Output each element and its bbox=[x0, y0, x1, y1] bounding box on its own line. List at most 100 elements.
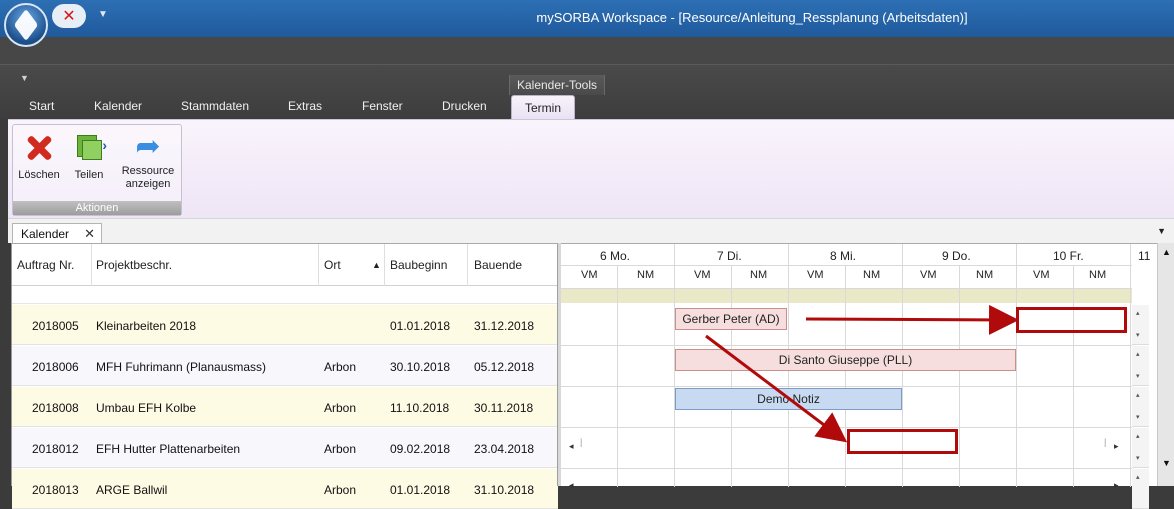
cell-ort: Arbon bbox=[324, 401, 357, 415]
tab-fenster[interactable]: Fenster bbox=[362, 99, 403, 113]
column-header-bauende[interactable]: Bauende bbox=[474, 258, 522, 272]
column-header-ort[interactable]: Ort bbox=[324, 258, 341, 272]
cell-auftrag: 2018013 bbox=[32, 483, 79, 497]
cell-projekt: EFH Hutter Plattenarbeiten bbox=[96, 442, 241, 456]
row-scroll[interactable]: ▴ ▾ bbox=[1132, 346, 1149, 386]
scroll-up-icon[interactable]: ▲ bbox=[1162, 247, 1171, 257]
day-header: 9 Do. bbox=[942, 249, 971, 263]
arrow-right-icon: ➦ bbox=[135, 130, 161, 163]
sort-ascending-icon: ▲ bbox=[372, 260, 381, 270]
cell-baubeginn: 09.02.2018 bbox=[390, 442, 451, 456]
cell-bauende: 23.04.2018 bbox=[474, 442, 535, 456]
cell-projekt: MFH Fuhrimann (Planausmass) bbox=[96, 360, 267, 374]
table-row[interactable]: 2018013 ARGE Ballwil Arbon 01.01.2018 31… bbox=[12, 469, 558, 509]
cell-bauende: 05.12.2018 bbox=[474, 360, 535, 374]
split-icon: › bbox=[75, 133, 107, 161]
half-day-header: NM bbox=[976, 269, 994, 281]
cell-ort: Arbon bbox=[324, 360, 357, 374]
row-scroll[interactable]: ▴ bbox=[1132, 469, 1149, 509]
scroll-down-icon[interactable]: ▼ bbox=[1162, 458, 1171, 468]
tab-kalender[interactable]: Kalender bbox=[94, 99, 142, 113]
column-header-auftrag[interactable]: Auftrag Nr. bbox=[17, 258, 74, 272]
cell-auftrag: 2018005 bbox=[32, 319, 79, 333]
allday-band bbox=[561, 289, 1132, 303]
cell-auftrag: 2018012 bbox=[32, 442, 79, 456]
annotation-target-box bbox=[1016, 307, 1127, 333]
close-icon[interactable]: ✕ bbox=[84, 226, 95, 242]
quick-access-dropdown-icon[interactable]: ▼ bbox=[98, 9, 108, 20]
doc-tab-kalender[interactable]: Kalender ✕ bbox=[12, 223, 102, 244]
scroll-left-icon[interactable]: ◂ bbox=[569, 441, 574, 452]
window-title: mySORBA Workspace - [Resource/Anleitung_… bbox=[536, 10, 968, 25]
half-day-header: VM bbox=[807, 269, 824, 281]
show-resource-label-2: anzeigen bbox=[125, 178, 171, 190]
table-row[interactable]: 2018012 EFH Hutter Plattenarbeiten Arbon… bbox=[12, 428, 558, 468]
row-scroll[interactable]: ▴ ▾ bbox=[1132, 305, 1149, 345]
project-grid: Auftrag Nr. Projektbeschr. Ort ▲ Baubegi… bbox=[11, 243, 558, 509]
split-button[interactable]: › Teilen bbox=[69, 133, 109, 182]
row-scroll[interactable]: ▴ ▾ bbox=[1132, 387, 1149, 427]
day-header: 6 Mo. bbox=[600, 249, 631, 263]
quick-access-toolbar-dropdown-icon[interactable]: ▼ bbox=[20, 73, 29, 83]
cell-baubeginn: 30.10.2018 bbox=[390, 360, 451, 374]
ribbon-panel: Löschen › Teilen ➦ Ressource anzeigen Ak… bbox=[8, 119, 1174, 218]
group-label-aktionen: Aktionen bbox=[13, 201, 181, 215]
half-day-header: VM bbox=[1033, 269, 1050, 281]
table-row[interactable]: 2018006 MFH Fuhrimann (Planausmass) Arbo… bbox=[12, 346, 558, 386]
tab-start[interactable]: Start bbox=[29, 99, 54, 113]
ribbon-group-aktionen: Löschen › Teilen ➦ Ressource anzeigen Ak… bbox=[12, 124, 182, 216]
scroll-right-icon[interactable]: ▸ bbox=[1114, 441, 1119, 452]
tab-extras[interactable]: Extras bbox=[288, 99, 322, 113]
cell-bauende: 30.11.2018 bbox=[474, 401, 534, 415]
annotation-target-box bbox=[847, 429, 958, 454]
column-header-projekt[interactable]: Projektbeschr. bbox=[96, 258, 172, 272]
ribbon-tab-bar: ▼ Kalender-Tools Start Kalender Stammdat… bbox=[0, 64, 1174, 120]
half-day-header: VM bbox=[581, 269, 598, 281]
vertical-scrollbar[interactable]: ▲ ▼ bbox=[1157, 243, 1174, 486]
split-button-label: Teilen bbox=[74, 169, 104, 181]
context-tab-group-label: Kalender-Tools bbox=[509, 75, 605, 95]
half-day-header: VM bbox=[694, 269, 711, 281]
cell-ort: Arbon bbox=[324, 442, 357, 456]
document-tab-strip: Kalender ✕ ▼ bbox=[8, 218, 1174, 244]
cell-baubeginn: 01.01.2018 bbox=[390, 319, 451, 333]
column-header-baubeginn[interactable]: Baubeginn bbox=[390, 258, 447, 272]
cell-bauende: 31.12.2018 bbox=[474, 319, 535, 333]
cell-ort: Arbon bbox=[324, 483, 357, 497]
show-resource-button[interactable]: ➦ Ressource anzeigen bbox=[116, 130, 180, 191]
day-header: 8 Mi. bbox=[830, 249, 857, 263]
tab-stammdaten[interactable]: Stammdaten bbox=[181, 99, 249, 113]
delete-button[interactable]: Löschen bbox=[17, 133, 61, 182]
cell-projekt: Umbau EFH Kolbe bbox=[96, 401, 197, 415]
day-header: 11 bbox=[1138, 249, 1151, 263]
tab-termin[interactable]: Termin bbox=[511, 95, 576, 120]
row-scroll[interactable]: ▴ ▾ bbox=[1132, 428, 1149, 468]
title-band bbox=[0, 37, 1174, 64]
event-demo-notiz[interactable]: Demo Notiz bbox=[675, 388, 902, 410]
show-resource-label-1: Ressource bbox=[121, 165, 175, 177]
half-day-header: NM bbox=[750, 269, 768, 281]
delete-button-label: Löschen bbox=[18, 169, 60, 181]
doc-tab-label: Kalender bbox=[21, 227, 70, 241]
cell-projekt: Kleinarbeiten 2018 bbox=[96, 319, 197, 333]
table-row[interactable]: 2018008 Umbau EFH Kolbe Arbon 11.10.2018… bbox=[12, 387, 558, 427]
title-bar: mySORBA Workspace - [Resource/Anleitung_… bbox=[0, 0, 1174, 37]
half-day-header: NM bbox=[637, 269, 655, 281]
tab-menu-dropdown-icon[interactable]: ▼ bbox=[1157, 226, 1166, 236]
quick-access-cancel-icon[interactable]: ✕ bbox=[52, 4, 86, 28]
cell-bauende: 31.10.2018 bbox=[474, 483, 535, 497]
half-day-header: NM bbox=[863, 269, 881, 281]
table-row[interactable]: 2018005 Kleinarbeiten 2018 01.01.2018 31… bbox=[12, 305, 558, 345]
cube-logo-icon bbox=[13, 8, 39, 42]
cell-baubeginn: 11.10.2018 bbox=[390, 401, 450, 415]
cell-projekt: ARGE Ballwil bbox=[96, 483, 168, 497]
grid-filter-row[interactable] bbox=[12, 286, 558, 304]
app-orb-button[interactable] bbox=[4, 3, 48, 47]
tab-drucken[interactable]: Drucken bbox=[442, 99, 487, 113]
delete-x-icon bbox=[24, 133, 54, 163]
event-gerber-peter[interactable]: Gerber Peter (AD) bbox=[675, 308, 787, 330]
grid-header: Auftrag Nr. Projektbeschr. Ort ▲ Baubegi… bbox=[12, 244, 558, 286]
day-header: 7 Di. bbox=[717, 249, 742, 263]
cell-auftrag: 2018006 bbox=[32, 360, 79, 374]
event-di-santo[interactable]: Di Santo Giuseppe (PLL) bbox=[675, 349, 1016, 371]
